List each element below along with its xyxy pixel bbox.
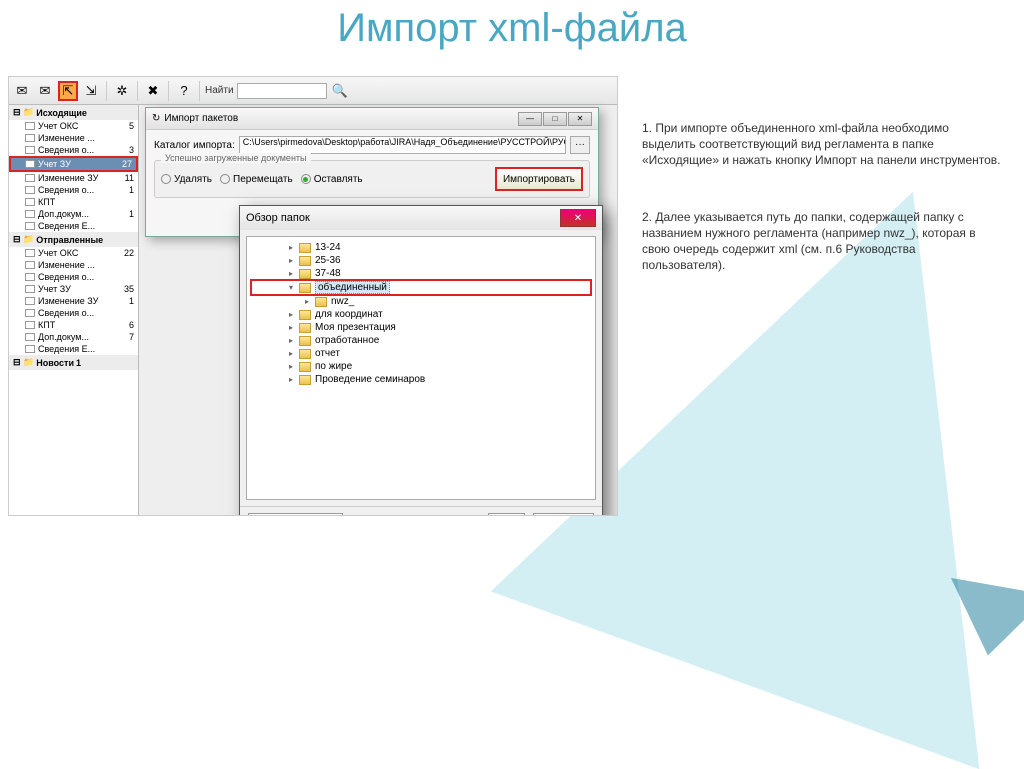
find-label: Найти bbox=[205, 85, 234, 96]
maximize-button[interactable]: □ bbox=[543, 112, 567, 126]
tree-item[interactable]: Сведения о...3 bbox=[9, 144, 138, 156]
tree-item[interactable]: КПТ6 bbox=[9, 319, 138, 331]
folder-tree-item[interactable]: ▸13-24 bbox=[247, 241, 595, 254]
separator bbox=[106, 81, 107, 101]
loaded-docs-group: Успешно загруженные документы Удалять Пе… bbox=[154, 160, 590, 198]
dialog-titlebar[interactable]: ↻ Импорт пакетов — □ ✕ bbox=[146, 108, 598, 130]
minimize-button[interactable]: — bbox=[518, 112, 542, 126]
folder-tree: ⊟ 📁 ИсходящиеУчет ОКС5Изменение ...Сведе… bbox=[9, 105, 139, 515]
main-panel: ↻ Импорт пакетов — □ ✕ Каталог импорта: … bbox=[139, 105, 617, 515]
folder-tree-item[interactable]: ▸25-36 bbox=[247, 254, 595, 267]
close-button[interactable]: ✕ bbox=[560, 209, 596, 227]
catalog-label: Каталог импорта: bbox=[154, 140, 235, 151]
folder-tree-item[interactable]: ▸37-48 bbox=[247, 267, 595, 280]
dialog-title: Импорт пакетов bbox=[164, 113, 238, 124]
folder-tree-item[interactable]: ▸nwz_ bbox=[247, 295, 595, 308]
browse-titlebar[interactable]: Обзор папок ✕ bbox=[240, 206, 602, 230]
folder-tree-item[interactable]: ▸отчет bbox=[247, 347, 595, 360]
radio-move[interactable]: Перемещать bbox=[220, 174, 293, 185]
tree-item[interactable]: Сведения Е... bbox=[9, 220, 138, 232]
app-screenshot: ✉ ✉ ⇱ ⇲ ✲ ✖ ? Найти 🔍 ⊟ 📁 ИсходящиеУчет … bbox=[8, 76, 618, 516]
content-area: ⊟ 📁 ИсходящиеУчет ОКС5Изменение ...Сведе… bbox=[9, 105, 617, 515]
browse-folders-dialog: Обзор папок ✕ ▸13-24▸25-36▸37-48▾объедин… bbox=[239, 205, 603, 516]
folder-tree-item[interactable]: ▸для координат bbox=[247, 308, 595, 321]
export-icon[interactable]: ⇲ bbox=[81, 81, 101, 101]
gear-icon[interactable]: ✲ bbox=[112, 81, 132, 101]
search-icon[interactable]: 🔍 bbox=[330, 81, 350, 101]
browse-footer: Создать папку ОК Отмена bbox=[240, 506, 602, 516]
import-button[interactable]: Импортировать bbox=[495, 167, 583, 191]
slide-title: Импорт xml-файла bbox=[0, 6, 1024, 51]
tree-item[interactable]: Изменение ЗУ11 bbox=[9, 172, 138, 184]
mail-open-icon[interactable]: ✉ bbox=[12, 81, 32, 101]
cancel-button[interactable]: Отмена bbox=[533, 513, 594, 517]
instruction-1: 1. При импорте объединенного xml-файла н… bbox=[642, 120, 1002, 169]
tree-group-header[interactable]: ⊟ 📁 Новости1 bbox=[9, 355, 138, 370]
separator bbox=[168, 81, 169, 101]
browse-title: Обзор папок bbox=[246, 212, 310, 224]
tree-item[interactable]: Изменение ЗУ1 bbox=[9, 295, 138, 307]
tree-item[interactable]: КПТ bbox=[9, 196, 138, 208]
instructions-panel: 1. При импорте объединенного xml-файла н… bbox=[642, 120, 1002, 313]
folder-tree-item[interactable]: ▸отработанное bbox=[247, 334, 595, 347]
refresh-icon: ↻ bbox=[152, 113, 160, 124]
create-folder-button[interactable]: Создать папку bbox=[248, 513, 343, 517]
tree-item[interactable]: Учет ЗУ27 bbox=[9, 156, 138, 172]
separator bbox=[199, 81, 200, 101]
tree-group-header[interactable]: ⊟ 📁 Отправленные bbox=[9, 232, 138, 247]
tree-item[interactable]: Сведения о... bbox=[9, 271, 138, 283]
tree-item[interactable]: Учет ОКС5 bbox=[9, 120, 138, 132]
browse-button[interactable]: ··· bbox=[570, 136, 590, 154]
folder-tree-item[interactable]: ▸Проведение семинаров bbox=[247, 373, 595, 386]
tree-item[interactable]: Доп.докум...1 bbox=[9, 208, 138, 220]
tree-item[interactable]: Доп.докум...7 bbox=[9, 331, 138, 343]
radio-delete[interactable]: Удалять bbox=[161, 174, 212, 185]
tree-item[interactable]: Учет ОКС22 bbox=[9, 247, 138, 259]
folder-browser-tree[interactable]: ▸13-24▸25-36▸37-48▾объединенный▸nwz_▸для… bbox=[246, 236, 596, 500]
tree-item[interactable]: Изменение ... bbox=[9, 132, 138, 144]
tree-item[interactable]: Сведения о...1 bbox=[9, 184, 138, 196]
help-icon[interactable]: ? bbox=[174, 81, 194, 101]
tree-item[interactable]: Изменение ... bbox=[9, 259, 138, 271]
folder-tree-item[interactable]: ▾объединенный bbox=[251, 280, 591, 295]
tree-item[interactable]: Учет ЗУ35 bbox=[9, 283, 138, 295]
group-legend: Успешно загруженные документы bbox=[161, 153, 311, 163]
main-toolbar: ✉ ✉ ⇱ ⇲ ✲ ✖ ? Найти 🔍 bbox=[9, 77, 617, 105]
tools-icon[interactable]: ✖ bbox=[143, 81, 163, 101]
folder-tree-item[interactable]: ▸Моя презентация bbox=[247, 321, 595, 334]
tree-item[interactable]: Сведения Е... bbox=[9, 343, 138, 355]
ok-button[interactable]: ОК bbox=[488, 513, 525, 517]
import-toolbar-button[interactable]: ⇱ bbox=[58, 81, 78, 101]
radio-keep[interactable]: Оставлять bbox=[301, 174, 363, 185]
tree-group-header[interactable]: ⊟ 📁 Исходящие bbox=[9, 105, 138, 120]
close-button[interactable]: ✕ bbox=[568, 112, 592, 126]
tree-item[interactable]: Сведения о... bbox=[9, 307, 138, 319]
instruction-2: 2. Далее указывается путь до папки, соде… bbox=[642, 209, 1002, 274]
find-input[interactable] bbox=[237, 83, 327, 99]
catalog-path-input[interactable]: C:\Users\pirmedova\Desktop\работа\JIRA\Н… bbox=[239, 136, 566, 154]
mail-icon[interactable]: ✉ bbox=[35, 81, 55, 101]
folder-tree-item[interactable]: ▸по жире bbox=[247, 360, 595, 373]
separator bbox=[137, 81, 138, 101]
